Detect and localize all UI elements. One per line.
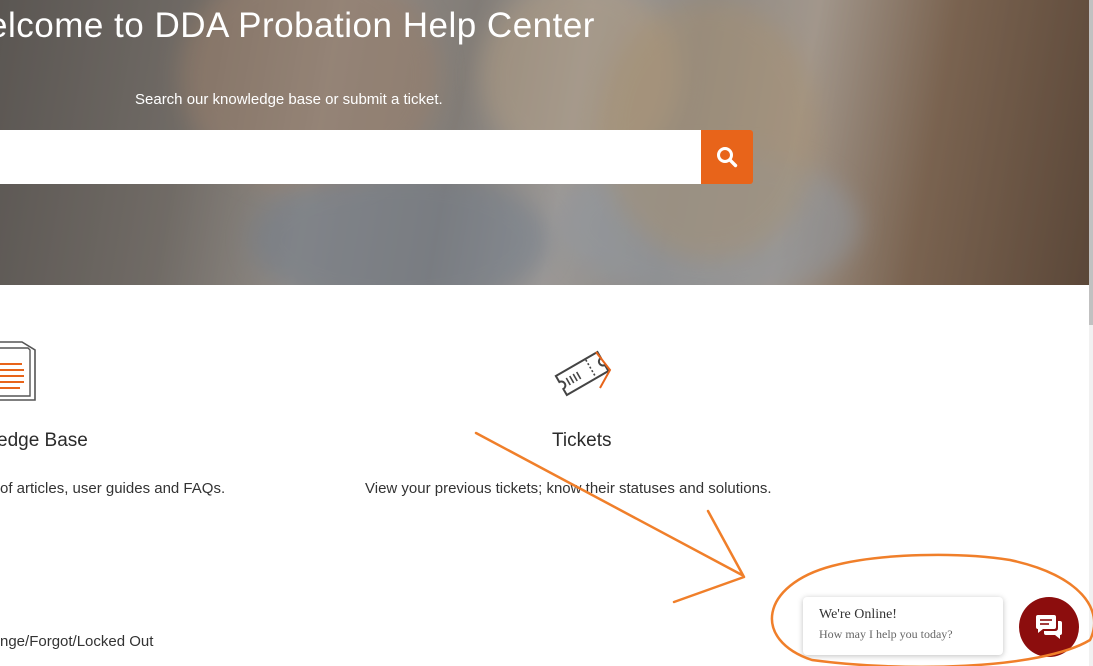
knowledge-base-title[interactable]: edge Base — [0, 430, 88, 452]
hero-banner: elcome to DDA Probation Help Center Sear… — [0, 0, 1089, 285]
scrollbar-thumb[interactable] — [1089, 0, 1093, 325]
search-input[interactable] — [0, 130, 701, 184]
knowledge-base-description: of articles, user guides and FAQs. — [0, 480, 226, 497]
chat-launcher-button[interactable] — [1019, 597, 1079, 657]
password-help-link[interactable]: nge/Forgot/Locked Out — [0, 633, 153, 650]
documents-icon[interactable] — [0, 340, 40, 404]
chat-status-text: We're Online! — [819, 607, 897, 622]
tickets-description: View your previous tickets; know their s… — [365, 480, 772, 497]
annotation-arrow-head — [672, 509, 746, 604]
search-button[interactable] — [701, 130, 753, 184]
ticket-icon[interactable] — [552, 348, 614, 398]
tickets-title[interactable]: Tickets — [552, 430, 611, 452]
chat-prompt-text: How may I help you today? — [819, 627, 953, 641]
hero-subtitle: Search our knowledge base or submit a ti… — [135, 91, 443, 108]
annotation-arrow-shaft — [474, 431, 744, 577]
page-title: elcome to DDA Probation Help Center — [0, 6, 595, 45]
chat-greeting-bubble[interactable]: We're Online! How may I help you today? — [803, 597, 1003, 655]
search-icon — [717, 147, 738, 168]
chat-bubbles-icon — [1036, 615, 1062, 639]
